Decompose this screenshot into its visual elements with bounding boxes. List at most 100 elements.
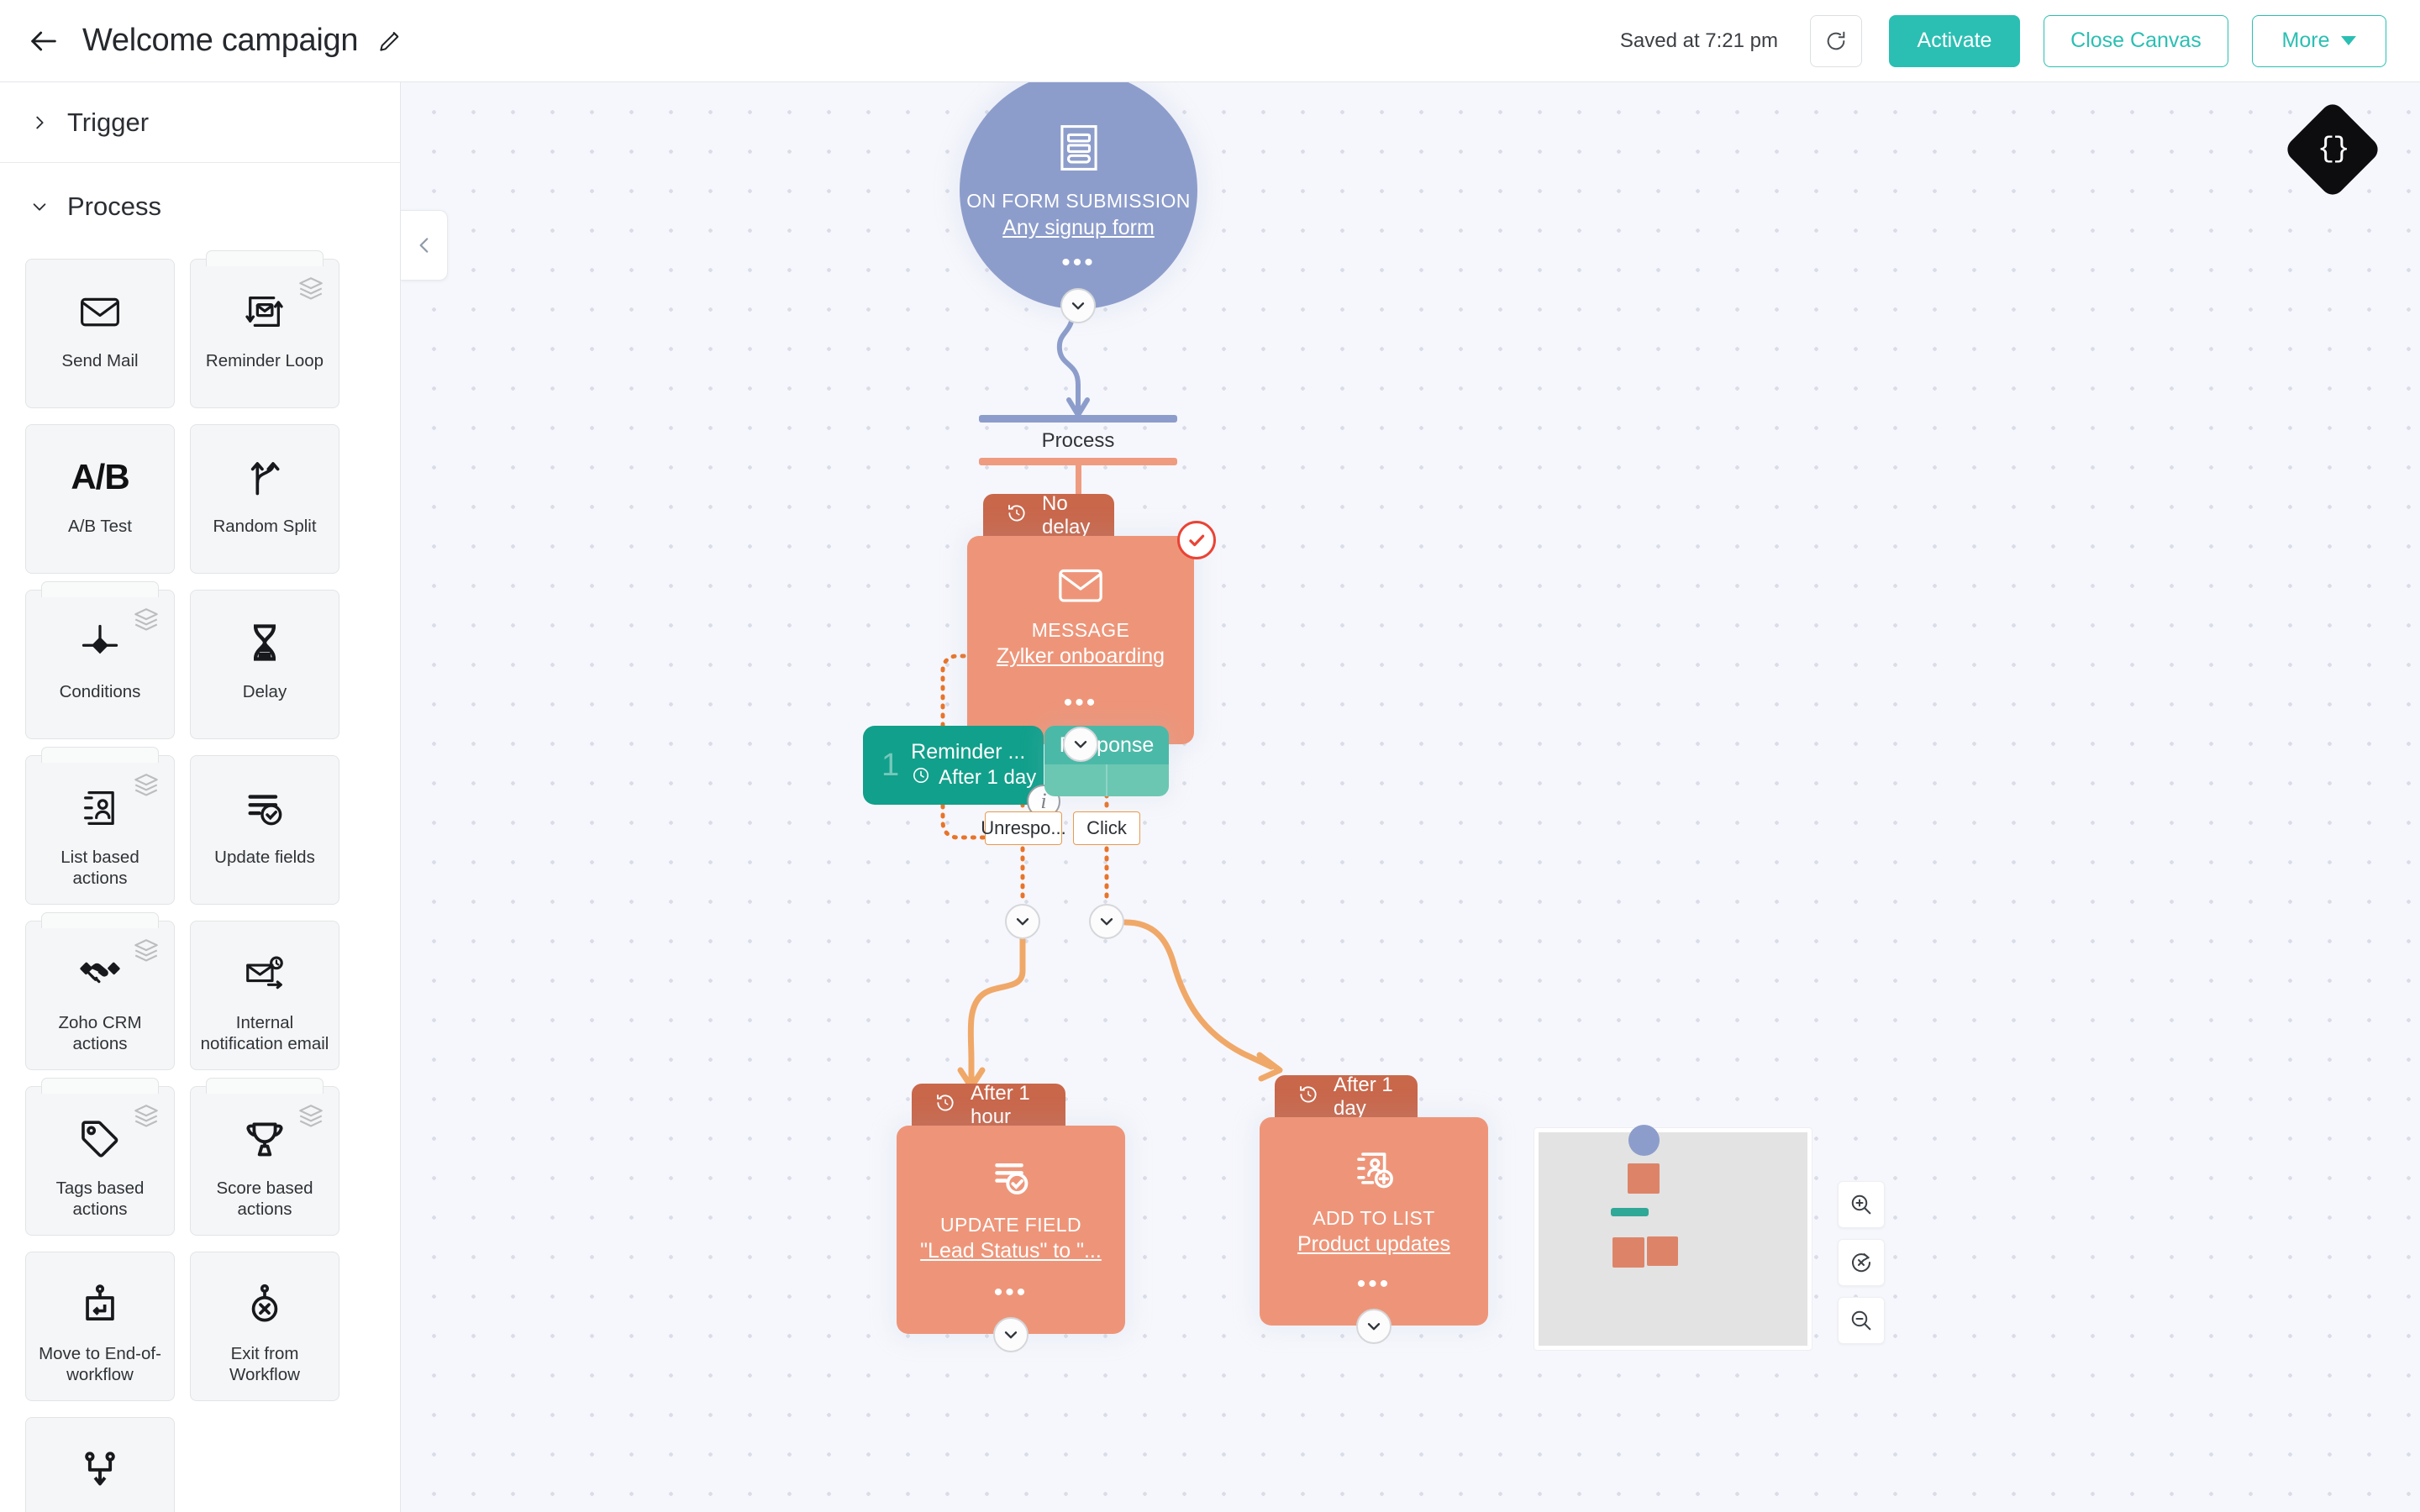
chevron-right-icon <box>27 113 52 132</box>
card-send-mail[interactable]: Send Mail <box>25 259 175 408</box>
zoom-in-icon[interactable] <box>1838 1181 1885 1228</box>
update-fields-icon <box>243 785 287 832</box>
clock-rewind-icon <box>1005 501 1028 531</box>
action-name-link[interactable]: Zylker onboarding <box>988 644 1173 669</box>
add-step-after-trigger[interactable] <box>1060 288 1096 323</box>
node-reminder-loop[interactable]: 1 Reminder ... After 1 day i <box>863 726 1044 805</box>
add-step-click-branch[interactable] <box>1089 904 1124 939</box>
card-label: Conditions <box>33 681 167 702</box>
card-label: A/B Test <box>33 516 167 537</box>
card-update-fields[interactable]: Update fields <box>190 755 339 905</box>
exit-workflow-icon <box>243 1281 287 1328</box>
card-label: Merge <box>33 1509 167 1512</box>
back-arrow-icon[interactable] <box>18 16 69 66</box>
merge-icon <box>78 1446 122 1494</box>
card-ab-test[interactable]: A/B A/B Test <box>25 424 175 574</box>
loop-title: Reminder ... <box>911 740 1036 764</box>
layers-icon <box>297 275 325 307</box>
notification-email-icon <box>242 950 287 997</box>
update-fields-icon <box>989 1156 1033 1204</box>
stage-band-process: Process <box>979 415 1177 465</box>
action-node-message[interactable]: MESSAGE Zylker onboarding ••• <box>967 536 1194 744</box>
card-reminder-loop[interactable]: Reminder Loop <box>190 259 339 408</box>
more-button[interactable]: More <box>2252 15 2386 67</box>
refresh-icon[interactable] <box>1810 15 1862 67</box>
node-response[interactable]: Response <box>1044 726 1169 796</box>
card-label: Delay <box>197 681 332 702</box>
pencil-icon[interactable] <box>373 24 407 58</box>
minimap-viewport <box>1539 1132 1807 1346</box>
sidebar-section-process[interactable]: Process <box>0 166 400 247</box>
zoom-out-icon[interactable] <box>1838 1297 1885 1344</box>
card-label: Score based actions <box>197 1178 332 1220</box>
card-label: Tags based actions <box>33 1178 167 1220</box>
action-menu-dots[interactable]: ••• <box>1064 699 1098 707</box>
response-slot-unresponsive[interactable] <box>1044 764 1106 796</box>
check-circle-icon <box>1177 521 1216 559</box>
list-contact-icon <box>78 785 122 832</box>
action-name-link[interactable]: Product updates <box>1289 1232 1459 1257</box>
add-step-after-update-field[interactable] <box>993 1317 1028 1352</box>
card-label: Exit from Workflow <box>197 1343 332 1385</box>
card-merge[interactable]: Merge <box>25 1417 175 1512</box>
card-conditions[interactable]: Conditions <box>25 590 175 739</box>
canvas-minimap[interactable] <box>1534 1127 1812 1351</box>
flow-graph: ON FORM SUBMISSION Any signup form ••• P… <box>401 82 2420 1512</box>
card-score-based-actions[interactable]: Score based actions <box>190 1086 339 1236</box>
delay-chip-label: After 1 hour <box>971 1082 1044 1129</box>
card-tags-based-actions[interactable]: Tags based actions <box>25 1086 175 1236</box>
delay-chip-label: After 1 day <box>1334 1074 1396 1121</box>
delay-chip-after-1-hour[interactable]: After 1 hour <box>912 1084 1065 1127</box>
card-random-split[interactable]: Random Split <box>190 424 339 574</box>
ab-test-icon: A/B <box>71 454 129 501</box>
add-step-unresponsive-branch[interactable] <box>1005 904 1040 939</box>
sidebar-section-process-label: Process <box>67 192 161 222</box>
card-label: Send Mail <box>33 350 167 371</box>
action-node-update-field[interactable]: UPDATE FIELD "Lead Status" to "... ••• <box>897 1126 1125 1334</box>
card-label: Internal notification email <box>197 1012 332 1054</box>
minimap-node-trigger <box>1628 1125 1660 1156</box>
response-outcome-slots <box>1044 764 1169 796</box>
close-canvas-button[interactable]: Close Canvas <box>2044 15 2228 67</box>
action-menu-dots[interactable]: ••• <box>994 1289 1028 1297</box>
page-title: Welcome campaign <box>82 23 358 59</box>
card-zoho-crm-actions[interactable]: Zoho CRM actions <box>25 921 175 1070</box>
stage-bar-top <box>979 415 1177 423</box>
card-exit-from-workflow[interactable]: Exit from Workflow <box>190 1252 339 1401</box>
layers-icon <box>132 937 160 969</box>
minimap-node-update-field <box>1612 1237 1644 1268</box>
top-bar: Welcome campaign Saved at 7:21 pm Activa… <box>0 0 2420 82</box>
reset-zoom-icon[interactable] <box>1838 1239 1885 1286</box>
trigger-menu-dots[interactable]: ••• <box>1061 259 1096 267</box>
sidebar-collapse-handle[interactable] <box>401 210 448 281</box>
action-name-link[interactable]: "Lead Status" to "... <box>912 1239 1110 1263</box>
card-delay[interactable]: Delay <box>190 590 339 739</box>
action-menu-dots[interactable]: ••• <box>1357 1280 1392 1289</box>
clock-rewind-icon <box>1297 1083 1320 1112</box>
trigger-node-on-form-submission[interactable]: ON FORM SUBMISSION Any signup form ••• <box>960 82 1197 309</box>
zoom-controls <box>1838 1181 1885 1355</box>
code-badge-label: {} <box>2317 134 2349 165</box>
branch-pill-unresponsive[interactable]: Unrespo... <box>985 811 1062 845</box>
card-internal-notification-email[interactable]: Internal notification email <box>190 921 339 1070</box>
card-move-to-end-of-workflow[interactable]: Move to End-of-workflow <box>25 1252 175 1401</box>
response-slot-click[interactable] <box>1106 764 1169 796</box>
add-step-after-message[interactable] <box>1063 727 1098 762</box>
activate-button[interactable]: Activate <box>1889 15 2020 67</box>
top-bar-actions: Saved at 7:21 pm Activate Close Canvas M… <box>1620 15 2420 67</box>
minimap-node-add-to-list <box>1647 1236 1678 1266</box>
delay-chip-no-delay[interactable]: No delay <box>983 494 1114 538</box>
branch-pill-click[interactable]: Click <box>1073 811 1140 845</box>
hourglass-icon <box>243 619 287 666</box>
random-split-icon <box>243 454 287 501</box>
delay-chip-after-1-day[interactable]: After 1 day <box>1275 1075 1418 1119</box>
card-label: Reminder Loop <box>197 350 332 371</box>
card-list-based-actions[interactable]: List based actions <box>25 755 175 905</box>
workflow-canvas[interactable]: {} <box>401 82 2420 1512</box>
sidebar-section-trigger[interactable]: Trigger <box>0 82 400 163</box>
action-node-add-to-list[interactable]: ADD TO LIST Product updates ••• <box>1260 1117 1488 1326</box>
add-step-after-add-to-list[interactable] <box>1356 1309 1392 1344</box>
envelope-icon <box>1057 566 1104 609</box>
trigger-name-link[interactable]: Any signup form <box>1002 216 1155 240</box>
sidebar-section-trigger-label: Trigger <box>67 108 149 138</box>
